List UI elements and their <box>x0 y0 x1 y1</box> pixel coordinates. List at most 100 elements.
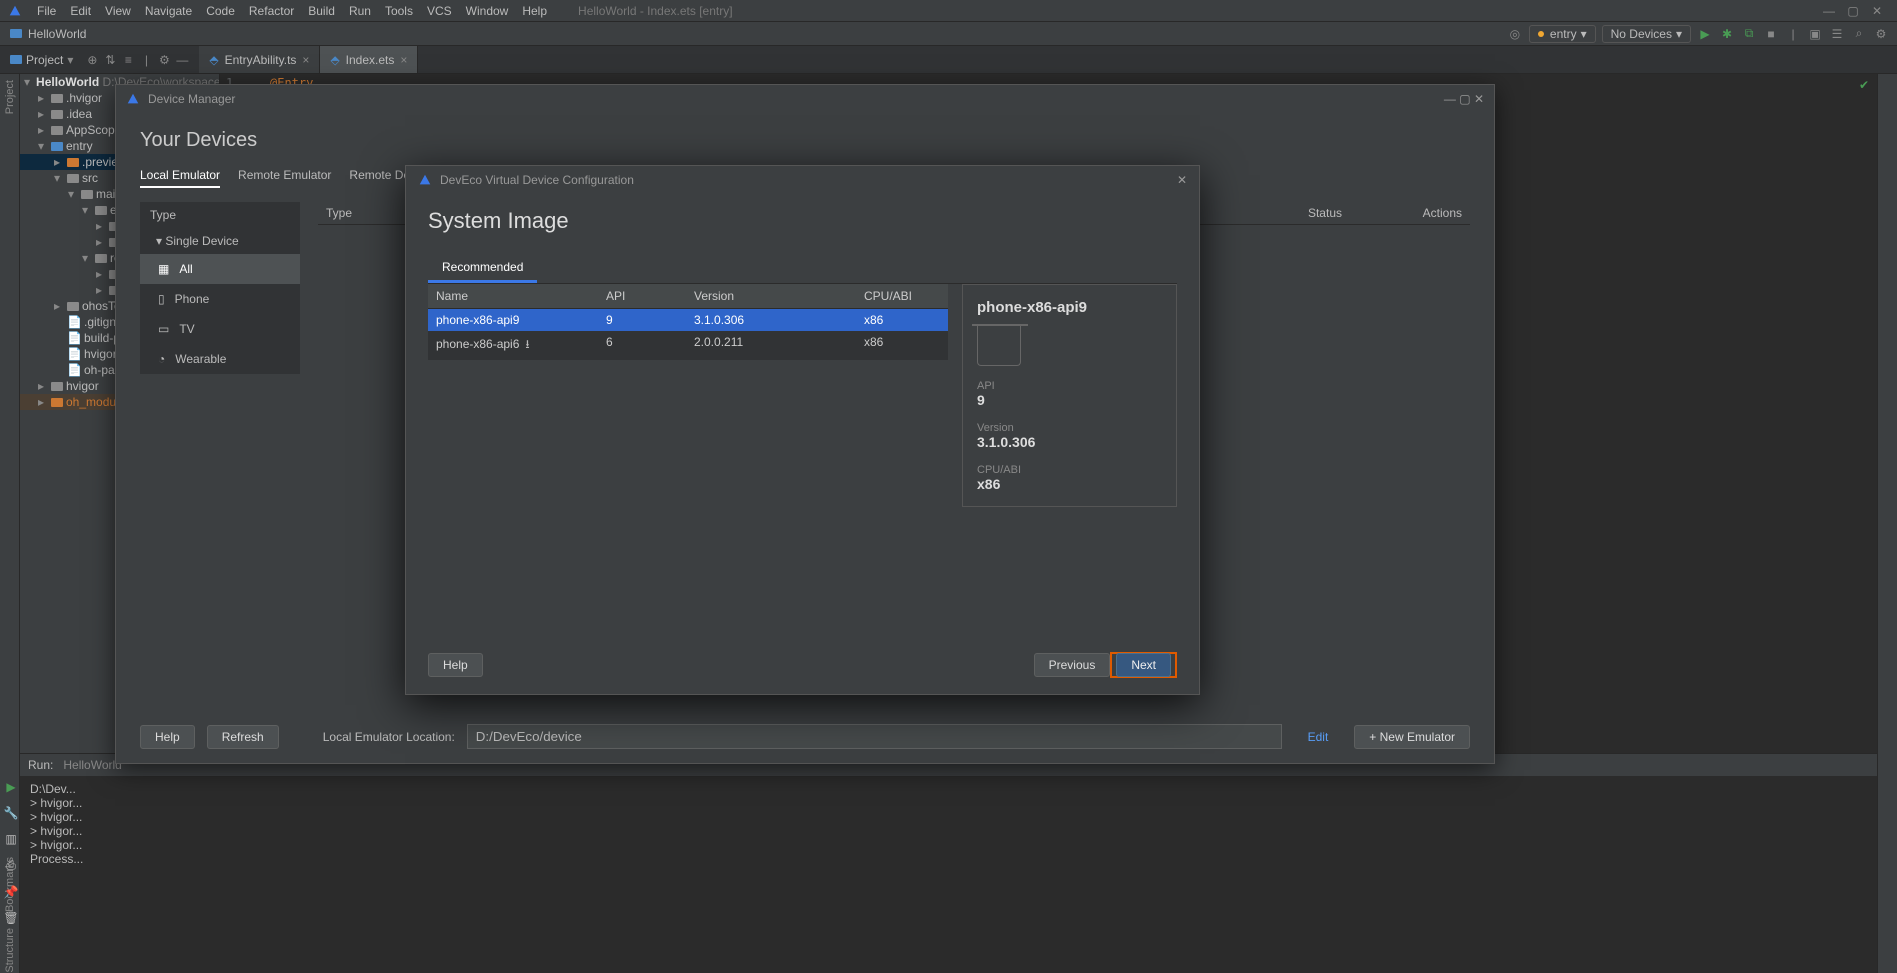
menu-build[interactable]: Build <box>301 4 342 18</box>
device-manager-icon[interactable]: ☰ <box>1829 26 1845 42</box>
menu-run[interactable]: Run <box>342 4 378 18</box>
tab-entryability[interactable]: ⬘ EntryAbility.ts × <box>199 46 320 73</box>
run-output[interactable]: D:\Dev... > hvigor... > hvigor... > hvig… <box>20 776 1877 872</box>
sys-api-label: API <box>977 380 1162 392</box>
sys-heading: System Image <box>428 208 1177 234</box>
profiler-icon[interactable]: ▣ <box>1807 26 1823 42</box>
dm-refresh-button[interactable]: Refresh <box>207 725 279 749</box>
pin-icon[interactable]: 📌 <box>4 885 19 899</box>
dm-loc-label: Local Emulator Location: <box>323 730 455 744</box>
collapse-icon[interactable]: ≡ <box>119 53 137 67</box>
inspection-ok-icon[interactable]: ✔ <box>1859 78 1869 92</box>
dm-close-icon[interactable]: ✕ <box>1474 92 1484 106</box>
sys-th-api: API <box>598 284 686 308</box>
dm-logo-icon <box>126 92 140 106</box>
sys-next-button[interactable]: Next <box>1116 653 1171 677</box>
dm-edit-button[interactable]: Edit <box>1294 726 1343 748</box>
menu-navigate[interactable]: Navigate <box>138 4 199 18</box>
run-icon[interactable]: ▶ <box>1697 26 1713 42</box>
hide-icon[interactable]: — <box>173 53 191 67</box>
sys-th-name: Name <box>428 284 598 308</box>
project-folder-icon <box>8 26 24 42</box>
dm-tab-local[interactable]: Local Emulator <box>140 168 220 188</box>
sys-close-icon[interactable]: ✕ <box>1177 173 1187 187</box>
search-icon[interactable]: ⌕ <box>1851 26 1867 42</box>
inbox-icon <box>977 326 1021 366</box>
run-config-name: HelloWorld <box>63 758 121 772</box>
project-tool-button[interactable]: Project ▾ <box>0 46 83 73</box>
sys-row[interactable]: phone-x86-api9 9 3.1.0.306 x86 <box>428 309 948 331</box>
separator-icon: | <box>1785 26 1801 42</box>
dm-side-wearable[interactable]: ◔Wearable <box>140 344 300 374</box>
sys-th-cpu: CPU/ABI <box>856 284 946 308</box>
stop-icon[interactable]: ■ <box>1763 26 1779 42</box>
trash-icon[interactable]: 🗑 <box>3 911 18 925</box>
run-tool-window: Run: HelloWorld ▶ 🔧 ▥ ⎙ 📌 🗑 D:\Dev... > … <box>20 753 1877 973</box>
toolbar-row: Project ▾ ⊕ ⇅ ≡ | ⚙ — ⬘ EntryAbility.ts … <box>0 46 1897 74</box>
menubar: File Edit View Navigate Code Refactor Bu… <box>0 0 1897 22</box>
dm-new-emulator-button[interactable]: + New Emulator <box>1354 725 1470 749</box>
sys-window-title: DevEco Virtual Device Configuration <box>440 173 634 187</box>
close-window-icon[interactable]: ✕ <box>1865 4 1889 18</box>
gear-icon[interactable]: ⚙ <box>155 53 173 67</box>
dm-sidebar: Type ▾ Single Device ▦All ▯Phone ▭TV ◔We… <box>140 202 300 374</box>
system-image-modal: DevEco Virtual Device Configuration ✕ Sy… <box>405 165 1200 695</box>
menu-help[interactable]: Help <box>515 4 554 18</box>
sys-previous-button[interactable]: Previous <box>1034 653 1111 677</box>
menu-code[interactable]: Code <box>199 4 242 18</box>
layout-icon[interactable]: ▥ <box>5 832 16 846</box>
menu-tools[interactable]: Tools <box>378 4 420 18</box>
dm-minimize-icon[interactable]: — <box>1444 92 1456 106</box>
settings-icon[interactable]: ⚙ <box>1873 26 1889 42</box>
dm-heading: Your Devices <box>140 129 1470 152</box>
tab-index-ets[interactable]: ⬘ Index.ets × <box>320 46 418 73</box>
sys-cpu-value: x86 <box>977 476 1162 492</box>
sync-icon[interactable]: ◎ <box>1507 26 1523 42</box>
target-icon[interactable]: ⊕ <box>83 53 101 67</box>
dm-loc-input[interactable] <box>467 724 1282 749</box>
menu-edit[interactable]: Edit <box>63 4 98 18</box>
dm-side-phone[interactable]: ▯Phone <box>140 284 300 314</box>
structure-strip-btn[interactable]: Structure <box>4 928 16 973</box>
dm-titlebar: Device Manager — ▢ ✕ <box>116 85 1494 113</box>
project-name: HelloWorld <box>28 27 86 41</box>
dm-side-tv[interactable]: ▭TV <box>140 314 300 344</box>
folder-icon <box>10 55 22 64</box>
menu-refactor[interactable]: Refactor <box>242 4 301 18</box>
sys-ver-label: Version <box>977 422 1162 434</box>
dm-help-button[interactable]: Help <box>140 725 195 749</box>
device-selector[interactable]: No Devices ▾ <box>1602 25 1691 43</box>
close-tab-icon[interactable]: × <box>400 53 407 67</box>
wrench-icon[interactable]: 🔧 <box>4 806 19 820</box>
print-icon[interactable]: ⎙ <box>6 858 16 873</box>
sys-help-button[interactable]: Help <box>428 653 483 677</box>
sys-footer: Help Previous Next <box>428 652 1177 678</box>
attach-icon[interactable]: ⧉ <box>1741 26 1757 42</box>
menu-vcs[interactable]: VCS <box>420 4 459 18</box>
sys-tab-recommended[interactable]: Recommended <box>428 254 537 283</box>
dm-tab-remote-emu[interactable]: Remote Emulator <box>238 168 331 188</box>
run-config-selector[interactable]: entry ▾ <box>1529 25 1596 43</box>
sys-th-version: Version <box>686 284 856 308</box>
dm-th-status: Status <box>1262 206 1342 220</box>
maximize-icon[interactable]: ▢ <box>1841 4 1865 18</box>
debug-icon[interactable]: ✱ <box>1719 26 1735 42</box>
close-tab-icon[interactable]: × <box>302 53 309 67</box>
menu-window[interactable]: Window <box>459 4 516 18</box>
menu-view[interactable]: View <box>98 4 138 18</box>
rerun-icon[interactable]: ▶ <box>6 780 15 794</box>
dm-side-all[interactable]: ▦All <box>140 254 300 284</box>
dm-title: Device Manager <box>148 92 235 106</box>
dm-side-group[interactable]: ▾ Single Device <box>140 228 300 254</box>
sys-cpu-label: CPU/ABI <box>977 464 1162 476</box>
expand-icon[interactable]: ⇅ <box>101 53 119 67</box>
ts-file-icon: ⬘ <box>209 53 218 67</box>
sys-api-value: 9 <box>977 392 1162 408</box>
minimize-icon[interactable]: — <box>1817 4 1841 18</box>
dm-maximize-icon[interactable]: ▢ <box>1459 92 1470 106</box>
sys-row[interactable]: phone-x86-api6⭳ 6 2.0.0.211 x86 <box>428 331 948 360</box>
run-tab-label[interactable]: Run: <box>28 758 53 772</box>
menu-file[interactable]: File <box>30 4 63 18</box>
download-icon[interactable]: ⭳ <box>525 337 529 351</box>
project-strip-btn[interactable]: Project <box>4 80 16 114</box>
